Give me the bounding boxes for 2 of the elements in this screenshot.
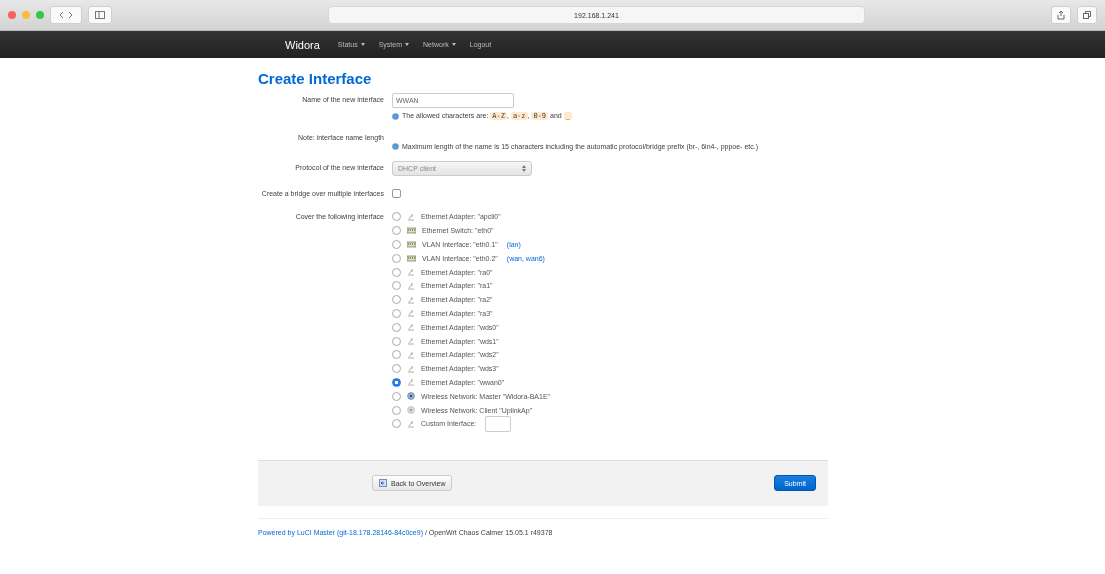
brand[interactable]: Widora bbox=[285, 38, 320, 51]
page-title: Create Interface bbox=[258, 70, 373, 87]
